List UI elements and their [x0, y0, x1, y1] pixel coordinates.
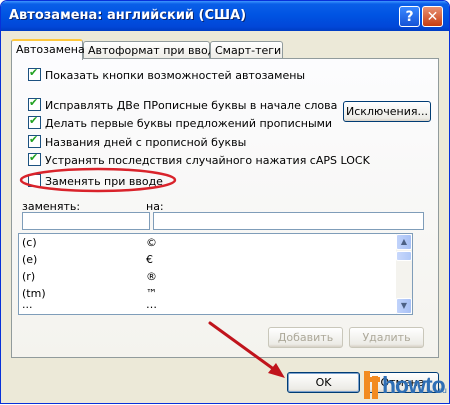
tab-autocorrect[interactable]: Автозамена	[11, 39, 85, 60]
pointer-arrow	[208, 321, 285, 378]
highlight-ellipse	[19, 167, 177, 193]
ithowto-logo: howto .ru	[362, 368, 448, 402]
annotation-overlay	[19, 167, 285, 378]
logo-domain: .ru	[436, 386, 447, 395]
